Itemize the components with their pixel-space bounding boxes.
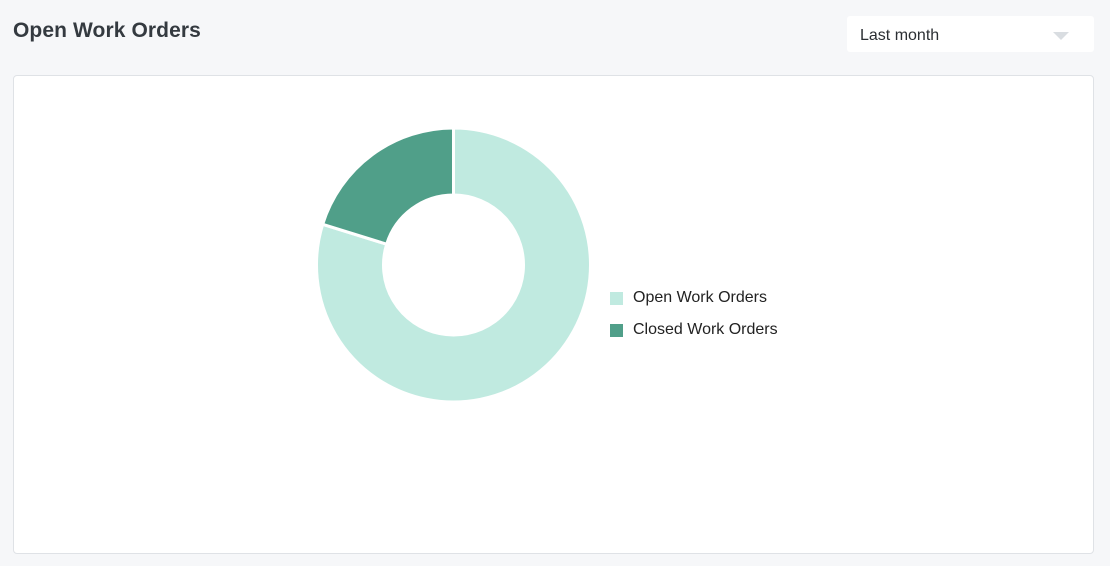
chart-legend: Open Work Orders Closed Work Orders	[610, 289, 778, 353]
legend-item-open[interactable]: Open Work Orders	[610, 289, 778, 307]
period-select[interactable]: Last month	[847, 16, 1094, 52]
legend-swatch-closed	[610, 323, 623, 337]
chevron-down-icon	[1053, 32, 1069, 40]
legend-swatch-open	[610, 291, 623, 305]
donut-slice-closed[interactable]	[321, 126, 455, 246]
donut-chart	[315, 126, 592, 404]
legend-label-closed: Closed Work Orders	[633, 321, 778, 338]
page-title: Open Work Orders	[13, 19, 201, 42]
legend-item-closed[interactable]: Closed Work Orders	[610, 321, 778, 339]
legend-label-open: Open Work Orders	[633, 289, 767, 306]
chart-card: Open Work Orders Closed Work Orders	[13, 75, 1094, 554]
period-select-value: Last month	[860, 27, 940, 44]
